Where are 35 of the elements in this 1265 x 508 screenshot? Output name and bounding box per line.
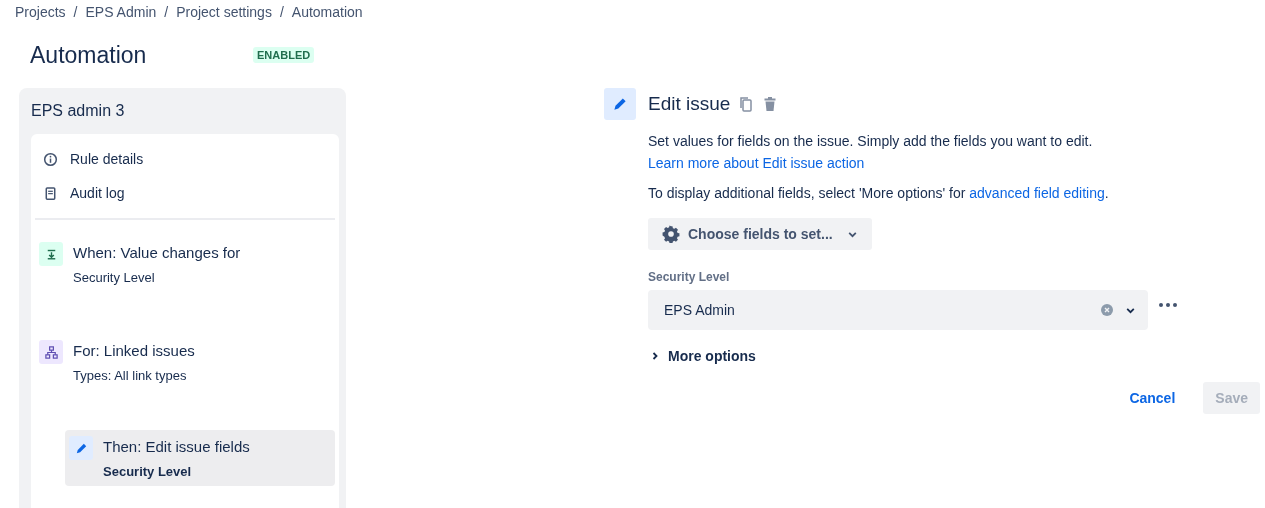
settings-icon bbox=[662, 225, 680, 243]
field-label: Security Level bbox=[648, 270, 731, 284]
learn-more-link[interactable]: Learn more about Edit issue action bbox=[648, 155, 865, 171]
info-icon bbox=[43, 151, 58, 167]
pencil-icon bbox=[69, 436, 93, 460]
status-lozenge: ENABLED bbox=[253, 47, 315, 63]
trash-icon[interactable] bbox=[762, 96, 779, 112]
more-icon[interactable] bbox=[1158, 302, 1178, 308]
breadcrumb-separator: / bbox=[73, 4, 78, 22]
security-level-select[interactable]: EPS Admin bbox=[648, 290, 1148, 330]
rule-component[interactable]: Then: Edit issue fields Security Level bbox=[65, 430, 335, 486]
chevron-right-icon bbox=[650, 351, 660, 361]
copy-icon[interactable] bbox=[738, 96, 755, 112]
branch-icon bbox=[39, 340, 63, 364]
pencil-icon bbox=[604, 88, 636, 120]
editor-title: Edit issue bbox=[648, 93, 731, 115]
breadcrumb-separator: / bbox=[279, 4, 284, 22]
menu-item[interactable]: Audit log bbox=[35, 176, 335, 210]
document-icon bbox=[43, 185, 58, 201]
trigger-icon bbox=[39, 242, 63, 266]
clear-icon[interactable] bbox=[1101, 304, 1113, 316]
description-text: Set values for fields on the issue. Simply add the fields you want to edit. Learn more about Edit issue action bbox=[648, 132, 1094, 173]
page-title: Automation bbox=[30, 41, 148, 69]
breadcrumb-link[interactable]: Automation bbox=[291, 4, 363, 22]
breadcrumb-link[interactable]: Projects bbox=[15, 4, 66, 22]
breadcrumb-link[interactable]: Project settings bbox=[176, 4, 272, 22]
advanced-editing-link[interactable]: advanced field editing bbox=[969, 185, 1105, 201]
menu-item[interactable]: Rule details bbox=[35, 142, 335, 176]
hint-text: To display additional fields, select 'More options' for advanced field editing. bbox=[648, 184, 1110, 203]
more-options-toggle[interactable]: More options bbox=[648, 348, 758, 364]
cancel-button[interactable]: Cancel bbox=[1117, 382, 1188, 414]
choose-fields-button[interactable]: Choose fields to set... bbox=[648, 218, 872, 250]
breadcrumb-link[interactable]: EPS Admin bbox=[85, 4, 157, 22]
rule-name: EPS admin 3 bbox=[31, 102, 126, 120]
breadcrumb-separator: / bbox=[164, 4, 169, 22]
